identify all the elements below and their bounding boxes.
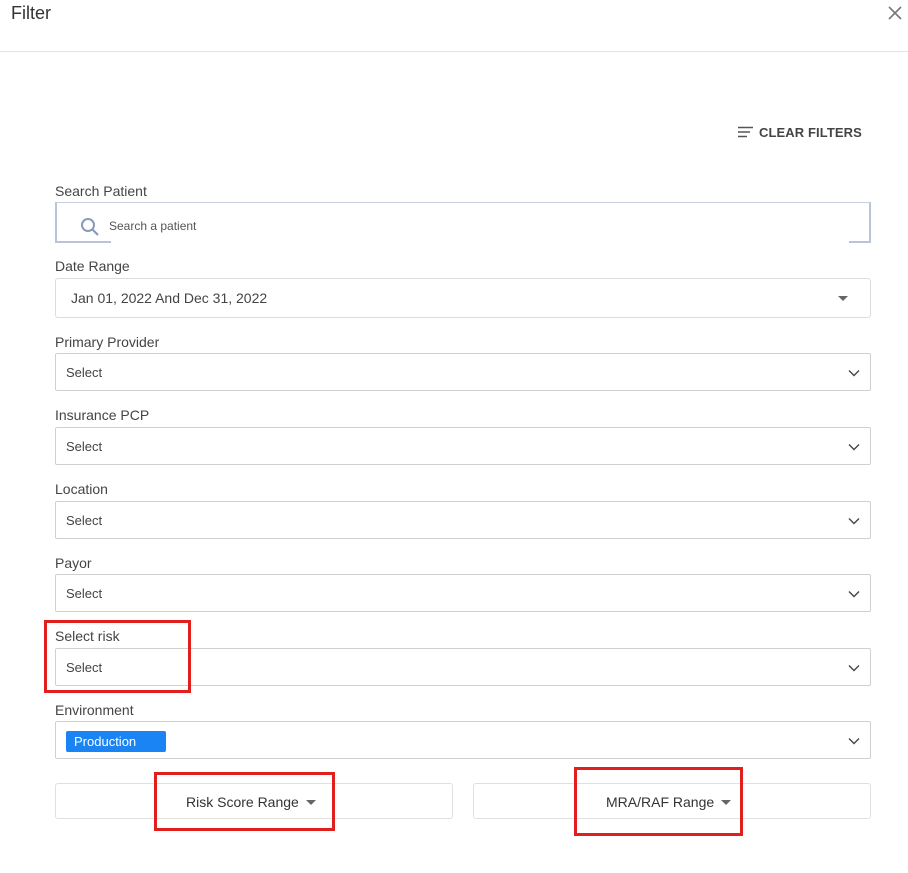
environment-label: Environment xyxy=(55,702,134,718)
location-select[interactable]: Select xyxy=(55,501,871,539)
chevron-down-icon xyxy=(848,665,860,672)
dialog-title: Filter xyxy=(11,3,51,23)
date-range-value: Jan 01, 2022 And Dec 31, 2022 xyxy=(71,290,268,306)
chevron-down-icon xyxy=(848,591,860,598)
search-input[interactable] xyxy=(109,219,409,233)
sort-lines-icon xyxy=(738,126,753,138)
primary-provider-value: Select xyxy=(66,365,103,380)
environment-tag[interactable]: Production xyxy=(66,731,166,752)
payor-value: Select xyxy=(66,586,103,601)
highlight-box xyxy=(154,772,335,831)
highlight-box xyxy=(44,620,191,693)
caret-down-icon xyxy=(838,296,848,301)
dialog-header: Filter xyxy=(0,0,908,52)
chevron-down-icon xyxy=(848,518,860,525)
highlight-box xyxy=(574,767,743,836)
clear-filters-label: CLEAR FILTERS xyxy=(759,124,862,140)
payor-select[interactable]: Select xyxy=(55,574,871,612)
insurance-pcp-select[interactable]: Select xyxy=(55,427,871,465)
location-label: Location xyxy=(55,481,108,497)
insurance-pcp-label: Insurance PCP xyxy=(55,407,150,423)
payor-label: Payor xyxy=(55,555,92,571)
search-patient-label: Search Patient xyxy=(55,183,147,199)
date-range-select[interactable]: Jan 01, 2022 And Dec 31, 2022 xyxy=(55,278,871,318)
clear-filters-button[interactable]: CLEAR FILTERS xyxy=(737,124,862,140)
date-range-label: Date Range xyxy=(55,258,130,274)
primary-provider-select[interactable]: Select xyxy=(55,353,871,391)
insurance-pcp-value: Select xyxy=(66,439,103,454)
primary-provider-label: Primary Provider xyxy=(55,334,160,350)
chevron-down-icon xyxy=(848,738,860,745)
chevron-down-icon xyxy=(848,444,860,451)
environment-select[interactable]: Production xyxy=(55,721,871,759)
search-patient-field xyxy=(55,202,871,243)
close-icon[interactable] xyxy=(886,4,904,22)
location-value: Select xyxy=(66,513,103,528)
chevron-down-icon xyxy=(848,370,860,377)
search-icon xyxy=(81,218,99,236)
